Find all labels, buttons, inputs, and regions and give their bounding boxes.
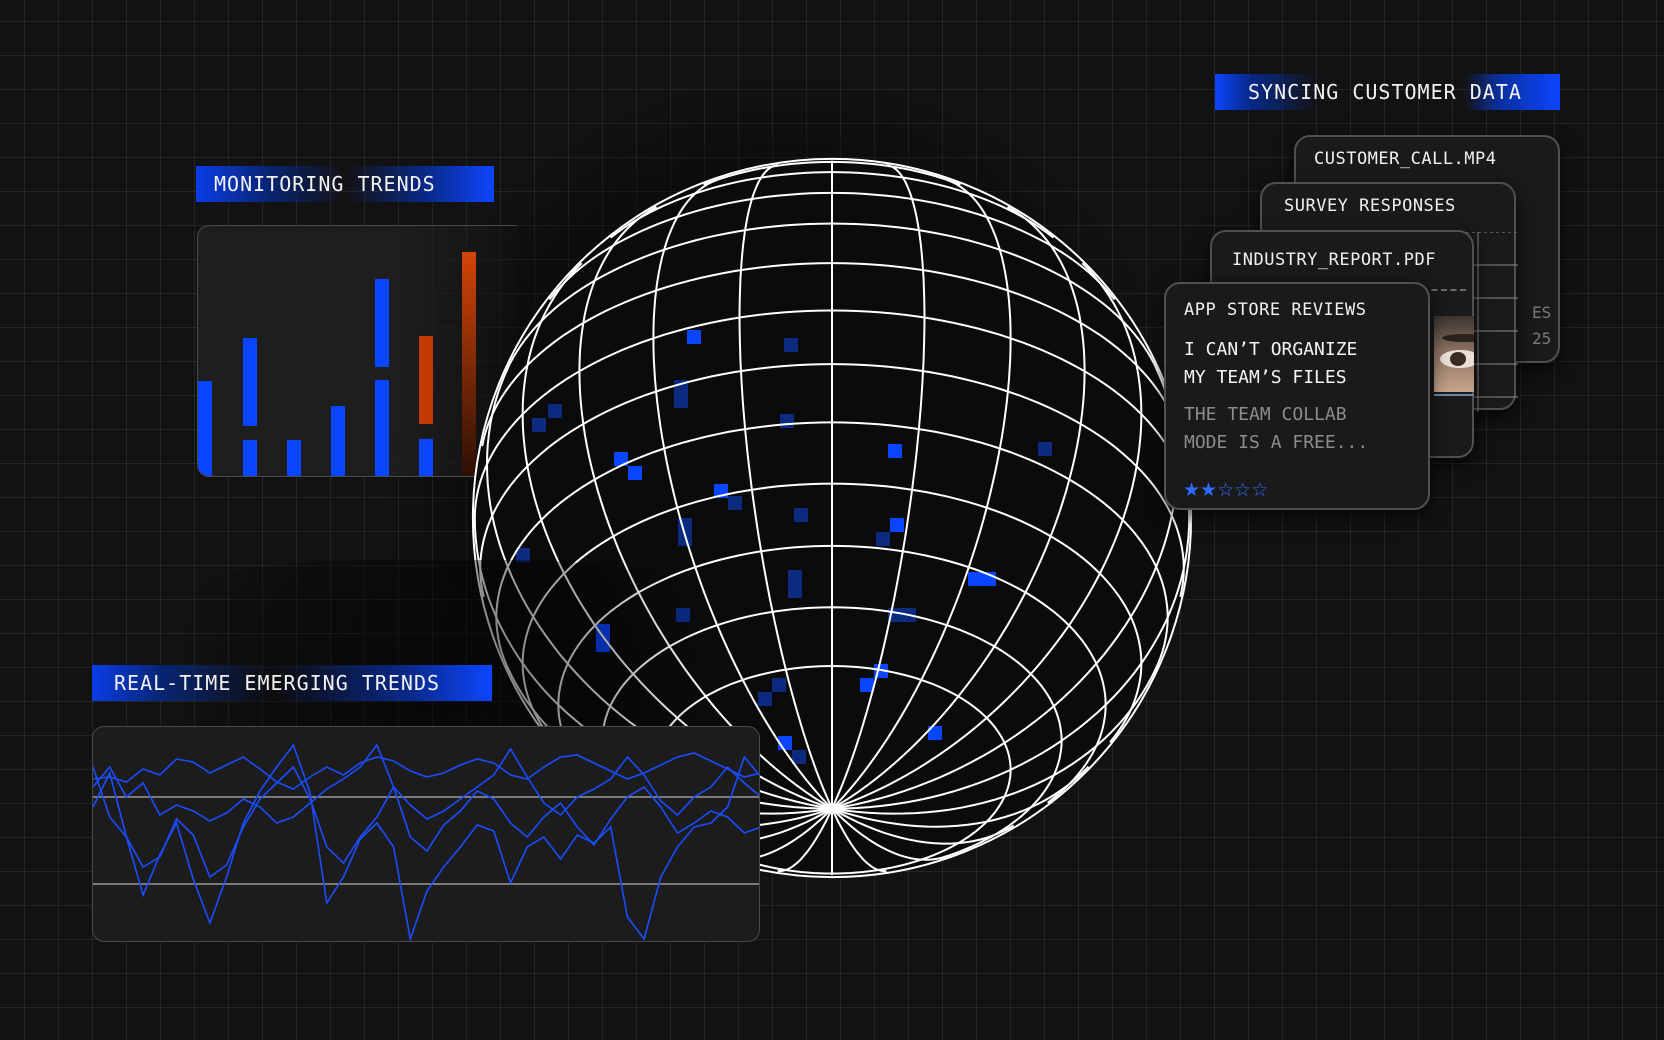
card-industry-title: INDUSTRY_REPORT.PDF <box>1232 250 1436 270</box>
globe-data-pixel <box>532 418 546 432</box>
bar-1 <box>198 381 212 476</box>
star-filled-icon: ★ <box>1183 479 1201 501</box>
bar-5b <box>375 380 389 476</box>
globe-data-pixel <box>1038 442 1052 456</box>
industry-report-image <box>1434 316 1474 392</box>
star-empty-icon: ☆ <box>1234 479 1252 501</box>
globe-data-pixel <box>890 518 904 532</box>
review-headline-line-2: MY TEAM’S FILES <box>1184 367 1347 388</box>
emerging-line-chart <box>93 743 759 941</box>
card-customer-call-partial-1: ES <box>1532 303 1552 322</box>
trend-line-2 <box>93 743 759 824</box>
star-empty-icon: ☆ <box>1251 479 1269 501</box>
globe-data-pixel <box>628 466 642 480</box>
monitoring-trends-title: MONITORING TRENDS <box>214 172 436 196</box>
bar-2a <box>243 338 257 426</box>
bar-2b <box>243 440 257 476</box>
globe-data-pixel <box>728 496 742 510</box>
globe-data-pixel <box>794 508 808 522</box>
globe-data-pixel <box>888 444 902 458</box>
card-survey-title: SURVEY RESPONSES <box>1284 196 1456 216</box>
card-customer-call-title: CUSTOMER_CALL.MP4 <box>1314 149 1497 169</box>
bar-6b <box>419 439 433 476</box>
globe-data-pixel <box>687 330 701 344</box>
card-app-store-title: APP STORE REVIEWS <box>1184 300 1367 320</box>
globe-data-pixel <box>788 570 802 598</box>
review-body-line-1: THE TEAM COLLAB <box>1184 404 1347 425</box>
trend-line-3 <box>93 765 759 879</box>
bar-3 <box>287 440 301 476</box>
globe-data-pixel <box>876 532 890 546</box>
trend-line-4 <box>93 743 759 941</box>
globe-data-pixel <box>784 338 798 352</box>
globe-data-pixel <box>968 572 996 586</box>
review-star-rating: ★★☆☆☆ <box>1183 479 1268 501</box>
syncing-title: SYNCING CUSTOMER DATA <box>1248 80 1522 104</box>
syncing-label: SYNCING CUSTOMER DATA <box>1215 74 1560 110</box>
card-app-store-reviews[interactable]: APP STORE REVIEWS I CAN’T ORGANIZE MY TE… <box>1164 282 1430 510</box>
emerging-trends-label: REAL-TIME EMERGING TRENDS <box>92 665 492 701</box>
globe-data-pixel <box>780 414 794 428</box>
star-empty-icon: ☆ <box>1217 479 1235 501</box>
review-headline-line-1: I CAN’T ORGANIZE <box>1184 339 1358 360</box>
review-body-line-2: MODE IS A FREE... <box>1184 432 1369 453</box>
emerging-trends-title: REAL-TIME EMERGING TRENDS <box>114 671 441 695</box>
globe-data-pixel <box>548 404 562 418</box>
globe-data-pixel <box>792 750 806 764</box>
industry-report-caption <box>1434 394 1474 396</box>
bar-4 <box>331 406 345 476</box>
card-customer-call-partial-2: 25 <box>1532 329 1552 348</box>
bar-6a <box>419 336 433 424</box>
bar-5a <box>375 279 389 367</box>
emerging-trends-panel <box>92 726 760 942</box>
star-filled-icon: ★ <box>1200 479 1218 501</box>
trend-line-1 <box>93 752 759 790</box>
